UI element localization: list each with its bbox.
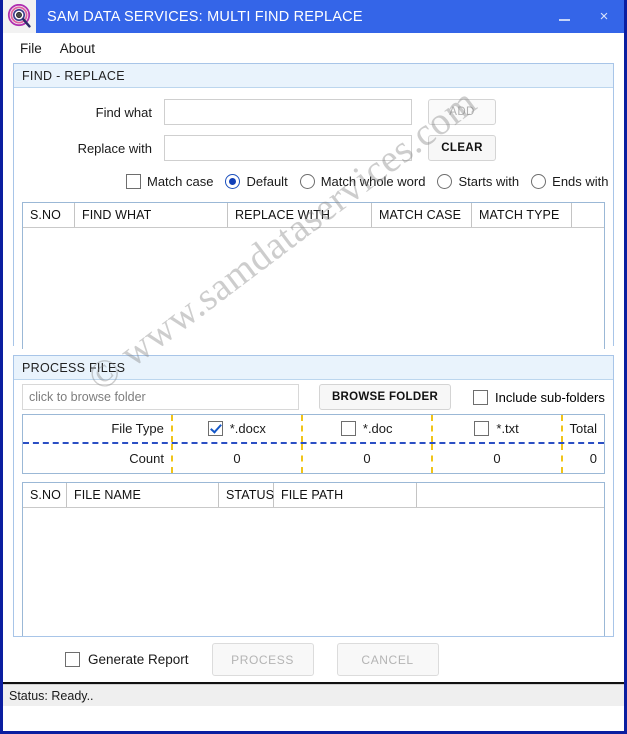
file-list-grid-header: S.NO FILE NAME STATUS FILE PATH	[23, 483, 604, 508]
replace-with-row: Replace with CLEAR	[14, 130, 613, 166]
match-case-label: Match case	[147, 173, 214, 189]
file-type-txt-cell[interactable]: *.txt	[433, 415, 563, 442]
clear-button[interactable]: CLEAR	[428, 135, 496, 161]
browse-folder-row: BROWSE FOLDER Include sub-folders	[14, 380, 613, 414]
bottom-actions-bar: Generate Report PROCESS CANCEL	[3, 637, 624, 684]
docx-count: 0	[173, 444, 303, 473]
include-subfolders-option[interactable]: Include sub-folders	[473, 389, 605, 405]
starts-with-radio[interactable]	[437, 173, 453, 189]
mode-option-match-whole-word[interactable]: Match whole word	[299, 173, 426, 189]
include-subfolders-label: Include sub-folders	[495, 389, 605, 405]
process-button[interactable]: PROCESS	[211, 643, 314, 676]
find-what-row: Find what ADD	[14, 94, 613, 130]
ends-with-radio[interactable]	[531, 173, 547, 189]
column-header-status[interactable]: STATUS	[219, 483, 274, 507]
count-row: Count 0 0 0 0	[23, 444, 604, 473]
doc-checkbox[interactable]	[340, 421, 356, 436]
default-label: Default	[246, 173, 288, 189]
process-files-body: BROWSE FOLDER Include sub-folders File T…	[14, 380, 613, 636]
file-type-row: File Type *.docx *.doc *.txt Total	[23, 415, 604, 444]
find-replace-grid-header: S.NO FIND WHAT REPLACE WITH MATCH CASE M…	[23, 203, 604, 228]
total-count: 0	[589, 451, 597, 466]
match-case-checkbox[interactable]	[126, 173, 141, 189]
find-replace-group: FIND - REPLACE Find what ADD Replace wit…	[13, 63, 614, 349]
column-header-file-name[interactable]: FILE NAME	[67, 483, 219, 507]
file-type-total-label: Total	[569, 421, 598, 436]
count-row-label: Count	[23, 444, 173, 473]
add-button[interactable]: ADD	[428, 99, 496, 125]
column-header-replace-with[interactable]: REPLACE WITH	[228, 203, 372, 227]
title-bar: SAM DATA SERVICES: MULTI FIND REPLACE ×	[3, 0, 624, 33]
browse-folder-button[interactable]: BROWSE FOLDER	[319, 384, 451, 410]
find-what-input[interactable]	[164, 99, 412, 125]
find-replace-group-title: FIND - REPLACE	[14, 64, 613, 88]
docx-label: *.docx	[229, 421, 266, 436]
generate-report-option[interactable]: Generate Report	[65, 652, 189, 667]
file-type-row-label: File Type	[23, 415, 173, 442]
magnifier-icon	[3, 0, 36, 33]
txt-checkbox[interactable]	[474, 421, 490, 436]
search-options-row: Match case Default Match whole word Star…	[14, 166, 613, 196]
menu-bar: File About	[3, 33, 624, 63]
column-header-file-sno[interactable]: S.NO	[23, 483, 67, 507]
docx-checkbox[interactable]	[207, 421, 223, 436]
doc-label: *.doc	[362, 421, 393, 436]
folder-path-input[interactable]	[22, 384, 299, 410]
column-header-match-type[interactable]: MATCH TYPE	[472, 203, 572, 227]
window-title: SAM DATA SERVICES: MULTI FIND REPLACE	[47, 8, 363, 25]
txt-count: 0	[433, 444, 563, 473]
default-radio[interactable]	[225, 173, 241, 189]
match-whole-word-radio[interactable]	[299, 173, 315, 189]
mode-option-ends-with[interactable]: Ends with	[531, 173, 609, 189]
file-list-grid[interactable]: S.NO FILE NAME STATUS FILE PATH	[22, 482, 605, 636]
column-header-file-spacer[interactable]	[417, 483, 604, 507]
file-type-docx-cell[interactable]: *.docx	[173, 415, 303, 442]
match-case-option[interactable]: Match case	[126, 173, 214, 189]
find-replace-grid[interactable]: S.NO FIND WHAT REPLACE WITH MATCH CASE M…	[22, 202, 605, 349]
find-replace-body: Find what ADD Replace with CLEAR Match c…	[14, 94, 613, 349]
column-header-sno[interactable]: S.NO	[23, 203, 75, 227]
minimize-button[interactable]	[544, 0, 584, 33]
generate-report-label: Generate Report	[88, 652, 189, 667]
mode-option-default[interactable]: Default	[225, 173, 288, 189]
txt-label: *.txt	[496, 421, 519, 436]
ends-with-label: Ends with	[552, 173, 609, 189]
doc-count: 0	[303, 444, 433, 473]
find-what-label: Find what	[95, 104, 152, 120]
column-header-find-what[interactable]: FIND WHAT	[75, 203, 228, 227]
file-list-grid-body	[23, 508, 604, 636]
mode-option-starts-with[interactable]: Starts with	[437, 173, 520, 189]
column-header-spacer[interactable]	[572, 203, 604, 227]
process-files-group: PROCESS FILES BROWSE FOLDER Include sub-…	[13, 355, 614, 637]
application-window: SAM DATA SERVICES: MULTI FIND REPLACE × …	[0, 0, 627, 734]
file-type-table: File Type *.docx *.doc *.txt Total Count…	[22, 414, 605, 474]
match-whole-word-label: Match whole word	[320, 173, 426, 189]
menu-item-file[interactable]: File	[11, 38, 51, 59]
generate-report-checkbox[interactable]	[65, 652, 80, 667]
starts-with-label: Starts with	[458, 173, 520, 189]
column-header-file-path[interactable]: FILE PATH	[274, 483, 417, 507]
column-header-match-case[interactable]: MATCH CASE	[372, 203, 472, 227]
cancel-button[interactable]: CANCEL	[336, 643, 439, 676]
file-type-doc-cell[interactable]: *.doc	[303, 415, 433, 442]
process-files-group-title: PROCESS FILES	[14, 356, 613, 380]
replace-with-label: Replace with	[77, 140, 152, 156]
menu-item-about[interactable]: About	[51, 38, 104, 59]
close-button[interactable]: ×	[584, 0, 624, 33]
replace-with-input[interactable]	[164, 135, 412, 161]
window-controls: ×	[544, 0, 624, 33]
include-subfolders-checkbox[interactable]	[473, 389, 488, 405]
status-bar: Status: Ready..	[3, 684, 624, 706]
find-replace-grid-body	[23, 228, 604, 349]
